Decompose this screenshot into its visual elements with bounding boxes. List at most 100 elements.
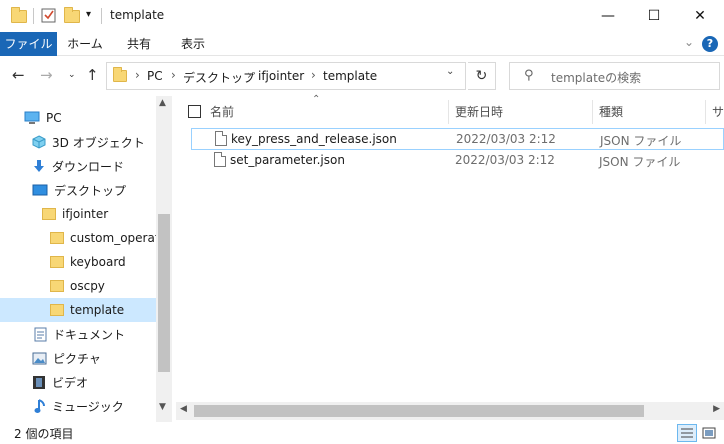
sidebar-item-3d-objects[interactable]: 3D オブジェクト xyxy=(0,130,156,154)
search-icon: ⚲ xyxy=(524,68,534,83)
breadcrumb-pc[interactable]: PC xyxy=(147,69,163,83)
sidebar-item-label: oscpy xyxy=(70,279,105,293)
sidebar-item-label: custom_operato xyxy=(70,231,156,245)
file-name: key_press_and_release.json xyxy=(231,132,397,146)
select-all-checkbox[interactable] xyxy=(188,105,201,118)
up-arrow-icon[interactable]: ↑ xyxy=(86,66,99,84)
tab-view[interactable]: 表示 xyxy=(168,32,218,56)
column-header-size[interactable]: サ xyxy=(712,100,724,124)
sidebar-item-ifjointer[interactable]: ifjointer xyxy=(0,202,156,226)
folder-icon xyxy=(50,256,64,268)
breadcrumb-ifjointer[interactable]: ifjointer xyxy=(258,69,304,83)
scrollbar-thumb[interactable] xyxy=(158,214,170,372)
tab-share[interactable]: 共有 xyxy=(114,32,164,56)
column-divider[interactable] xyxy=(448,100,449,124)
folder-icon xyxy=(113,67,127,82)
sidebar-item-pc[interactable]: PC xyxy=(0,106,156,130)
search-placeholder: templateの検索 xyxy=(551,71,642,85)
file-icon xyxy=(215,131,227,146)
sidebar-item-music[interactable]: ミュージック xyxy=(0,394,156,418)
music-icon xyxy=(34,398,45,413)
table-row[interactable]: set_parameter.json 2022/03/03 2:12 JSON … xyxy=(191,150,724,172)
properties-icon[interactable] xyxy=(41,7,56,23)
forward-arrow-icon[interactable]: → xyxy=(40,66,53,84)
maximize-button[interactable]: ☐ xyxy=(631,0,677,32)
file-date: 2022/03/03 2:12 xyxy=(456,132,556,146)
sidebar-item-oscpy[interactable]: oscpy xyxy=(0,274,156,298)
scroll-left-icon[interactable]: ◀ xyxy=(180,404,187,414)
details-view-icon xyxy=(681,428,693,438)
file-date: 2022/03/03 2:12 xyxy=(455,153,555,167)
address-bar[interactable]: › PC › デスクトップ › ifjointer › template xyxy=(106,62,466,90)
sidebar-item-label: ビデオ xyxy=(52,375,89,390)
folder-icon xyxy=(50,232,64,244)
sidebar-item-keyboard[interactable]: keyboard xyxy=(0,250,156,274)
horizontal-scrollbar[interactable]: ◀ ▶ xyxy=(176,402,724,420)
desktop-icon xyxy=(32,184,48,195)
sidebar-item-documents[interactable]: ドキュメント xyxy=(0,322,156,346)
search-input[interactable]: ⚲ templateの検索 xyxy=(509,62,720,90)
sidebar-item-pictures[interactable]: ピクチャ xyxy=(0,346,156,370)
sidebar-item-label: 3D オブジェクト xyxy=(52,135,145,150)
download-icon xyxy=(34,160,44,172)
sidebar-item-label: ifjointer xyxy=(62,207,109,221)
sidebar-item-label: デスクトップ xyxy=(54,183,127,198)
sidebar-item-label: template xyxy=(70,303,125,317)
new-folder-icon[interactable] xyxy=(64,7,80,23)
sidebar-item-label: ドキュメント xyxy=(53,327,126,342)
sidebar-item-downloads[interactable]: ダウンロード xyxy=(0,154,156,178)
close-button[interactable]: ✕ xyxy=(677,0,723,32)
navigation-pane: PC 3D オブジェクト ダウンロード デスクトップ ifjointer cus… xyxy=(0,96,172,422)
sidebar-item-template[interactable]: template xyxy=(0,298,156,322)
video-icon xyxy=(33,375,45,389)
sidebar-item-custom-operato[interactable]: custom_operato xyxy=(0,226,156,250)
column-header-date[interactable]: 更新日時 xyxy=(455,100,585,124)
scroll-right-icon[interactable]: ▶ xyxy=(713,404,720,414)
chevron-right-icon[interactable]: › xyxy=(247,68,252,82)
scrollbar-thumb[interactable] xyxy=(194,405,644,417)
table-row[interactable]: key_press_and_release.json 2022/03/03 2:… xyxy=(191,128,724,150)
sidebar-item-label: ダウンロード xyxy=(52,159,125,174)
title-bar: ▾ template — ☐ ✕ xyxy=(0,0,724,32)
file-icon xyxy=(214,152,226,167)
column-divider[interactable] xyxy=(592,100,593,124)
chevron-down-icon[interactable]: ⌄ xyxy=(684,35,694,49)
folder-icon xyxy=(50,304,64,316)
breadcrumb-desktop[interactable]: デスクトップ xyxy=(183,69,255,86)
ribbon: ファイル ホーム 共有 表示 ⌄ ? xyxy=(0,32,724,56)
divider xyxy=(33,8,34,24)
breadcrumb-template[interactable]: template xyxy=(323,69,377,83)
tab-home[interactable]: ホーム xyxy=(60,32,110,56)
back-arrow-icon[interactable]: ← xyxy=(12,66,25,84)
sidebar-item-desktop[interactable]: デスクトップ xyxy=(0,178,156,202)
file-name: set_parameter.json xyxy=(230,153,345,167)
sidebar-item-videos[interactable]: ビデオ xyxy=(0,370,156,394)
scroll-down-icon[interactable]: ▼ xyxy=(159,402,166,412)
details-view-button[interactable] xyxy=(677,424,697,442)
divider xyxy=(101,8,102,24)
help-icon[interactable]: ? xyxy=(702,36,718,52)
large-icons-view-icon xyxy=(702,427,716,439)
column-divider[interactable] xyxy=(705,100,706,124)
pictures-icon xyxy=(32,352,47,364)
refresh-button[interactable]: ↻ xyxy=(468,62,496,90)
address-dropdown-icon[interactable]: ⌄ xyxy=(446,66,454,77)
chevron-right-icon[interactable]: › xyxy=(135,68,140,82)
sidebar-item-label: PC xyxy=(46,111,62,125)
chevron-right-icon[interactable]: › xyxy=(311,68,316,82)
large-icons-view-button[interactable] xyxy=(699,424,719,442)
chevron-right-icon[interactable]: › xyxy=(171,68,176,82)
column-header-name[interactable]: 名前 xyxy=(210,100,450,124)
sidebar-item-label: ピクチャ xyxy=(53,351,101,366)
tab-file[interactable]: ファイル xyxy=(0,32,57,56)
nav-scrollbar[interactable]: ▲ ▼ xyxy=(156,96,172,422)
file-list: ⌃ 名前 更新日時 種類 サ key_press_and_release.jso… xyxy=(172,94,724,422)
minimize-button[interactable]: — xyxy=(585,0,631,32)
customize-toolbar-icon[interactable]: ▾ xyxy=(86,9,91,20)
pc-icon xyxy=(24,111,40,124)
recent-locations-icon[interactable]: ⌄ xyxy=(68,70,76,80)
column-header-type[interactable]: 種類 xyxy=(599,100,699,124)
scroll-up-icon[interactable]: ▲ xyxy=(159,98,166,108)
window-title: template xyxy=(110,8,165,22)
file-type: JSON ファイル xyxy=(600,134,682,148)
